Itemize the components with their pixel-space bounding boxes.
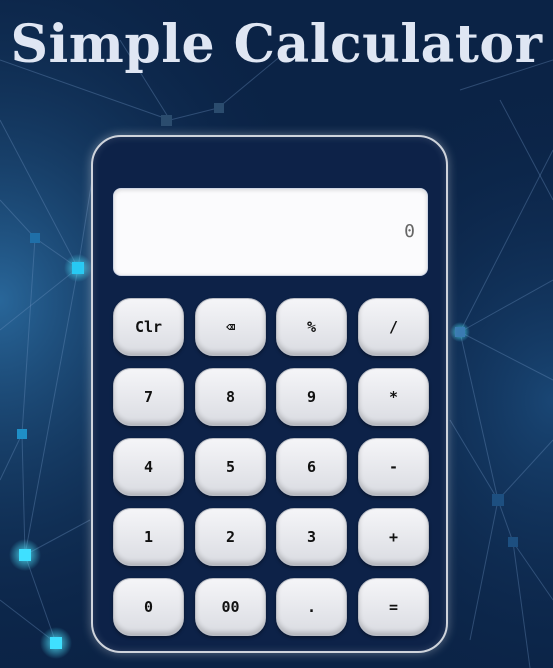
equals-button[interactable]: =	[358, 578, 429, 636]
decimal-button[interactable]: .	[276, 578, 347, 636]
clear-button[interactable]: Clr	[113, 298, 184, 356]
divide-button[interactable]: /	[358, 298, 429, 356]
digit-1-button[interactable]: 1	[113, 508, 184, 566]
digit-0-button[interactable]: 0	[113, 578, 184, 636]
double-zero-button[interactable]: 00	[195, 578, 266, 636]
digit-2-button[interactable]: 2	[195, 508, 266, 566]
digit-9-button[interactable]: 9	[276, 368, 347, 426]
digit-4-button[interactable]: 4	[113, 438, 184, 496]
digit-5-button[interactable]: 5	[195, 438, 266, 496]
keypad: Clr ⌫%/ 7 8 9 * 4 5 6- 1 2 3 +0 00. =	[113, 298, 429, 638]
backspace-button[interactable]: ⌫	[195, 298, 266, 356]
add-button[interactable]: +	[358, 508, 429, 566]
digit-3-button[interactable]: 3	[276, 508, 347, 566]
calculator-display: 0	[113, 188, 428, 276]
digit-6-button[interactable]: 6	[276, 438, 347, 496]
percent-button[interactable]: %	[276, 298, 347, 356]
subtract-button[interactable]: -	[358, 438, 429, 496]
multiply-button[interactable]: *	[358, 368, 429, 426]
digit-7-button[interactable]: 7	[113, 368, 184, 426]
digit-8-button[interactable]: 8	[195, 368, 266, 426]
page-title: Simple Calculator	[10, 14, 543, 75]
calculator: 0 Clr ⌫%/7 8 9 * 4 5 6-1 2 3 +0 00. =	[91, 135, 448, 653]
